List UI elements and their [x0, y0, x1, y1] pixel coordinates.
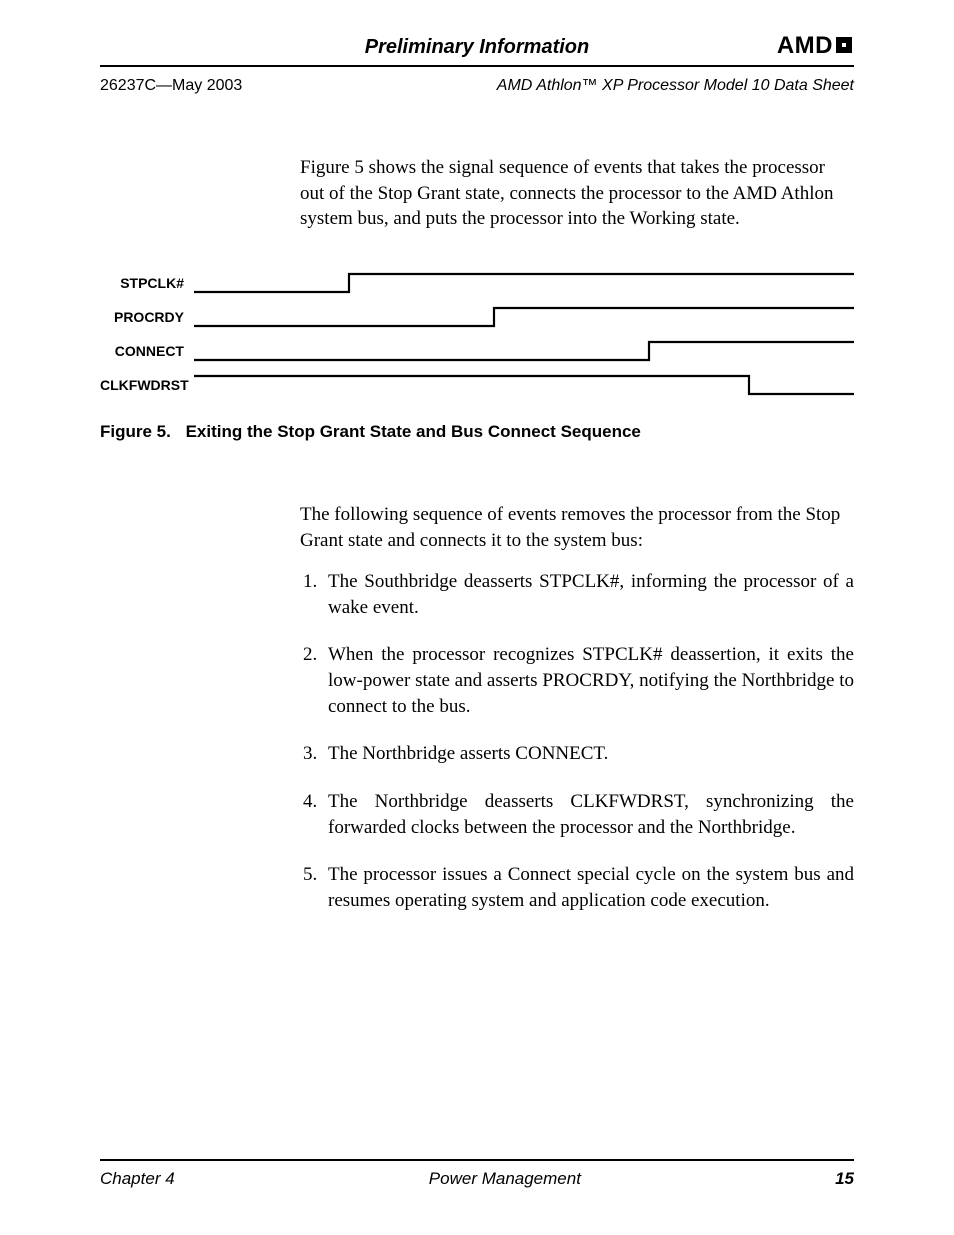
amd-logo-text: AMD: [777, 32, 833, 59]
intro-paragraph-block: Figure 5 shows the signal sequence of ev…: [300, 155, 854, 232]
figure-number: Figure 5.: [100, 422, 171, 441]
body-text: The following sequence of events removes…: [300, 502, 854, 914]
steps-list: The Southbridge deasserts STPCLK#, infor…: [300, 569, 854, 913]
signal-label: STPCLK#: [100, 275, 194, 291]
footer-section: Power Management: [429, 1169, 581, 1189]
sub-header: 26237C—May 2003 AMD Athlon™ XP Processor…: [100, 77, 854, 95]
step-item: The processor issues a Connect special c…: [322, 862, 854, 913]
waveform-procrdy: [194, 302, 854, 332]
amd-logo: AMD: [777, 32, 854, 60]
step-item: The Southbridge deasserts STPCLK#, infor…: [322, 569, 854, 620]
figure-title: Exiting the Stop Grant State and Bus Con…: [186, 422, 641, 441]
page-footer: Chapter 4 Power Management 15: [100, 1159, 854, 1189]
waveform-connect: [194, 336, 854, 366]
step-item: The Northbridge asserts CONNECT.: [322, 741, 854, 767]
timing-diagram: STPCLK# PROCRDY CONNECT CLKFWDRST: [100, 266, 854, 402]
waveform-stpclk: [194, 268, 854, 298]
footer-page-number: 15: [835, 1169, 854, 1189]
signal-row-stpclk: STPCLK#: [100, 266, 854, 300]
signal-label: CONNECT: [100, 343, 194, 359]
waveform-clkfwdrst: [194, 370, 854, 400]
step-item: When the processor recognizes STPCLK# de…: [322, 642, 854, 719]
signal-row-procrdy: PROCRDY: [100, 300, 854, 334]
signal-row-connect: CONNECT: [100, 334, 854, 368]
amd-arrow-icon: [834, 35, 854, 55]
top-header: Preliminary Information: [100, 36, 854, 67]
doc-id: 26237C—May 2003: [100, 77, 242, 95]
figure-caption: Figure 5. Exiting the Stop Grant State a…: [100, 422, 854, 442]
step-item: The Northbridge deasserts CLKFWDRST, syn…: [322, 789, 854, 840]
signal-label: PROCRDY: [100, 309, 194, 325]
preliminary-title: Preliminary Information: [100, 36, 854, 59]
page: Preliminary Information AMD 26237C—May 2…: [0, 0, 954, 1235]
intro-paragraph: Figure 5 shows the signal sequence of ev…: [300, 155, 854, 232]
doc-title: AMD Athlon™ XP Processor Model 10 Data S…: [497, 77, 854, 95]
footer-chapter: Chapter 4: [100, 1169, 175, 1189]
signal-row-clkfwdrst: CLKFWDRST: [100, 368, 854, 402]
signal-label: CLKFWDRST: [100, 377, 194, 393]
following-paragraph: The following sequence of events removes…: [300, 502, 854, 553]
